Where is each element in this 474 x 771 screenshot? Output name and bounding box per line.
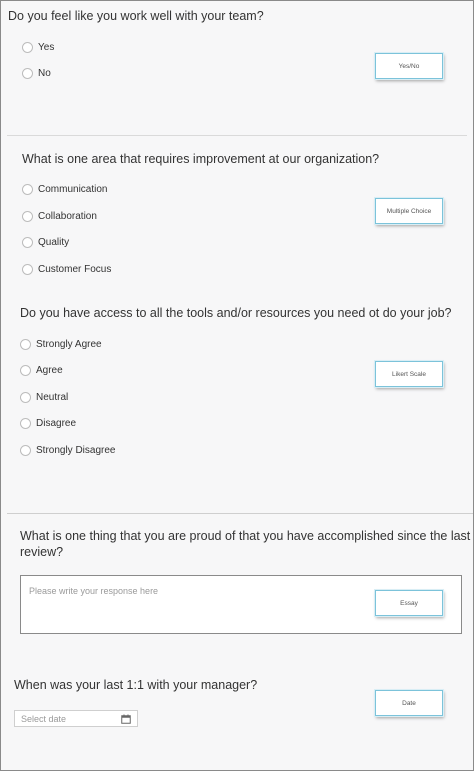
radio-button[interactable] — [20, 339, 31, 350]
question-4-text-line-2: review? — [20, 545, 64, 559]
q1-option-yes[interactable]: Yes — [22, 42, 54, 53]
option-label: Quality — [38, 237, 70, 248]
question-type-tag-date[interactable]: Date — [375, 690, 443, 716]
radio-button[interactable] — [20, 445, 31, 456]
option-label: Collaboration — [38, 211, 97, 222]
option-label: Neutral — [36, 392, 69, 403]
question-2-text: What is one area that requires improveme… — [22, 152, 380, 166]
radio-button[interactable] — [20, 365, 31, 376]
option-label: Disagree — [36, 418, 77, 429]
q2-option-quality[interactable]: Quality — [22, 237, 69, 248]
option-label: No — [38, 68, 51, 79]
option-label: Agree — [36, 365, 63, 376]
question-type-tag-yes-no[interactable]: Yes/No — [375, 53, 443, 79]
question-3-text: Do you have access to all the tools and/… — [20, 306, 452, 320]
q2-option-customer-focus[interactable]: Customer Focus — [22, 264, 111, 275]
question-4-text-line-1: What is one thing that you are proud of … — [20, 529, 471, 543]
survey-form: Do you feel like you work well with your… — [0, 0, 474, 771]
option-label: Yes — [38, 42, 55, 53]
radio-button[interactable] — [22, 264, 33, 275]
question-type-tag-essay[interactable]: Essay — [375, 590, 443, 616]
date-picker-input[interactable]: Select date — [14, 710, 138, 727]
radio-button[interactable] — [22, 68, 33, 79]
q3-option-strongly-disagree[interactable]: Strongly Disagree — [20, 445, 115, 456]
question-5-text: When was your last 1:1 with your manager… — [14, 678, 258, 692]
textarea-placeholder: Please write your response here — [29, 586, 159, 596]
question-1-text: Do you feel like you work well with your… — [8, 9, 264, 23]
question-type-tag-multiple-choice[interactable]: Multiple Choice — [375, 198, 443, 224]
option-label: Strongly Disagree — [36, 445, 116, 456]
radio-button[interactable] — [22, 211, 33, 222]
q3-option-strongly-agree[interactable]: Strongly Agree — [20, 339, 102, 350]
q3-option-disagree[interactable]: Disagree — [20, 418, 76, 429]
question-type-tag-likert-scale[interactable]: Likert Scale — [375, 361, 443, 387]
section-divider — [7, 135, 467, 136]
radio-button[interactable] — [22, 184, 33, 195]
calendar-icon[interactable] — [121, 714, 131, 724]
option-label: Communication — [38, 184, 108, 195]
option-label: Customer Focus — [38, 264, 112, 275]
date-placeholder: Select date — [21, 713, 67, 724]
radio-button[interactable] — [20, 418, 31, 429]
radio-button[interactable] — [22, 42, 33, 53]
q3-option-neutral[interactable]: Neutral — [20, 392, 68, 403]
q3-option-agree[interactable]: Agree — [20, 365, 63, 376]
q1-option-no[interactable]: No — [22, 68, 51, 79]
section-divider — [7, 513, 473, 514]
q2-option-collaboration[interactable]: Collaboration — [22, 211, 97, 222]
option-label: Strongly Agree — [36, 339, 102, 350]
q2-option-communication[interactable]: Communication — [22, 184, 107, 195]
radio-button[interactable] — [20, 392, 31, 403]
radio-button[interactable] — [22, 237, 33, 248]
